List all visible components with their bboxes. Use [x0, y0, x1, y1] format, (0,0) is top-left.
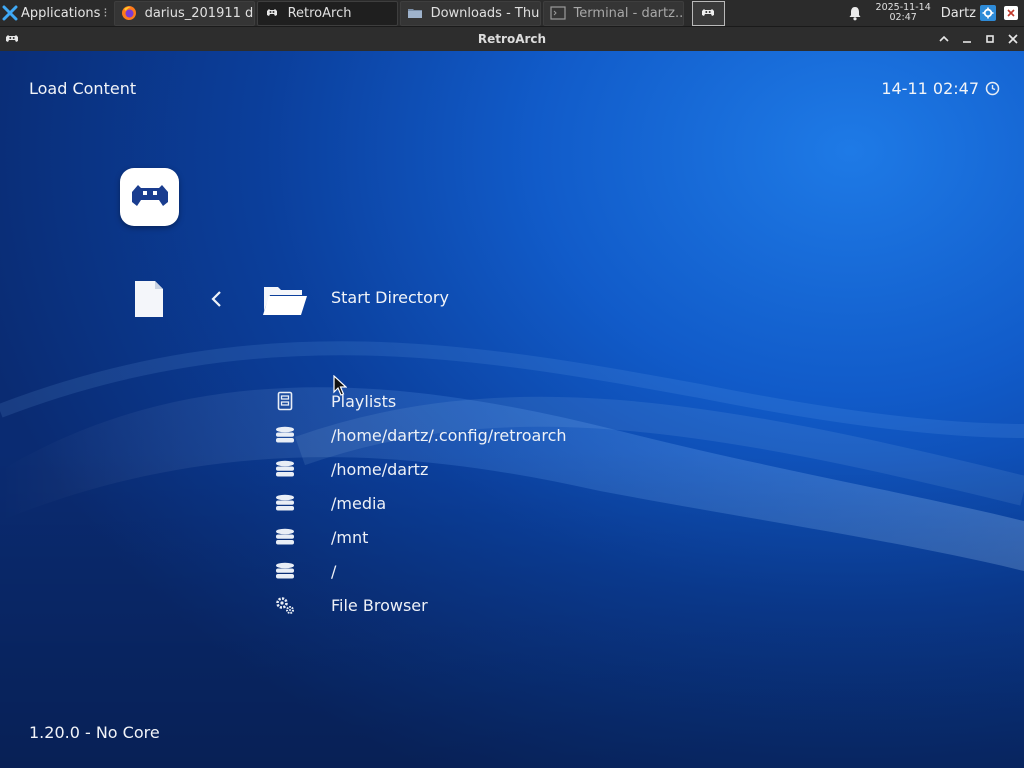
drive-icon: [270, 418, 300, 452]
category-label: Start Directory: [331, 288, 449, 307]
list-item-config-dir[interactable]: /home/dartz/.config/retroarch: [270, 418, 770, 452]
taskbar-spacer: [725, 0, 844, 27]
retroarch-canvas[interactable]: Load Content 14-11 02:47 Start Directory…: [0, 51, 1024, 768]
menu-separator: ⁝: [103, 5, 108, 21]
gear-icon[interactable]: [980, 5, 996, 21]
version-core-label: 1.20.0 - No Core: [29, 723, 160, 742]
terminal-icon: [549, 5, 566, 21]
taskbar-clock[interactable]: 2025-11-14 02:47: [876, 3, 931, 23]
retroarch-logo[interactable]: [120, 168, 179, 226]
task-label: Downloads - Thu...: [430, 5, 541, 21]
list-item-label: /mnt: [331, 527, 369, 547]
file-icon[interactable]: [133, 279, 165, 323]
list-item-label: /media: [331, 493, 387, 513]
user-name[interactable]: Dartz: [941, 6, 976, 21]
retroarch-tray-button[interactable]: [691, 0, 725, 26]
list-item-label: /: [331, 561, 337, 581]
playlist-icon: [270, 384, 300, 418]
drive-icon: [270, 554, 300, 588]
list-item-file-browser[interactable]: File Browser: [270, 588, 770, 622]
taskbar: Applications ⁝ darius_201911 d... RetroA…: [0, 0, 1024, 27]
folder-icon: [407, 5, 423, 21]
firefox-icon: [121, 5, 137, 21]
minimize-icon[interactable]: [958, 30, 976, 48]
retroarch-icon: [702, 9, 715, 16]
close-icon[interactable]: [1004, 30, 1022, 48]
task-retroarch[interactable]: RetroArch: [256, 0, 398, 26]
menu-title: Load Content: [29, 79, 137, 98]
list-item-label: /home/dartz/.config/retroarch: [331, 425, 567, 445]
menu-clock: 14-11 02:47: [881, 79, 1000, 98]
list-item-root[interactable]: /: [270, 554, 770, 588]
list-item-mnt[interactable]: /mnt: [270, 520, 770, 554]
list-item-label: /home/dartz: [331, 459, 429, 479]
task-terminal[interactable]: Terminal - dartz...: [542, 0, 684, 26]
maximize-chevron-icon[interactable]: [935, 30, 953, 48]
retroarch-icon: [264, 5, 280, 21]
drive-icon: [270, 520, 300, 554]
menu-clock-text: 14-11 02:47: [881, 79, 979, 98]
list-item-media[interactable]: /media: [270, 486, 770, 520]
window-titlebar[interactable]: RetroArch: [0, 27, 1024, 51]
window-title: RetroArch: [477, 32, 547, 46]
maximize-icon[interactable]: [981, 30, 999, 48]
task-firefox[interactable]: darius_201911 d...: [113, 0, 255, 26]
applications-menu-button[interactable]: Applications ⁝: [0, 0, 112, 27]
clock-icon: [985, 81, 1000, 96]
clock-time: 02:47: [889, 12, 917, 23]
list-item-home[interactable]: /home/dartz: [270, 452, 770, 486]
mouse-cursor-icon: [333, 374, 348, 397]
task-label: RetroArch: [287, 5, 352, 21]
task-downloads[interactable]: Downloads - Thu...: [399, 0, 541, 26]
xfce-icon: [2, 5, 18, 21]
drive-icon: [270, 452, 300, 486]
bell-icon[interactable]: [844, 0, 866, 27]
menu-list: Playlists /home/dartz/.config/retroarch …: [270, 384, 770, 622]
drive-icon: [270, 486, 300, 520]
retroarch-logo-icon: [131, 185, 168, 206]
chevron-left-icon[interactable]: [209, 290, 223, 312]
list-item-label: File Browser: [331, 595, 428, 615]
settings-icon: [270, 588, 300, 622]
task-label: darius_201911 d...: [144, 5, 255, 21]
logout-icon[interactable]: [1004, 6, 1018, 20]
task-label: Terminal - dartz...: [573, 5, 684, 21]
applications-label: Applications: [21, 5, 101, 21]
folder-open-icon[interactable]: [262, 281, 308, 321]
